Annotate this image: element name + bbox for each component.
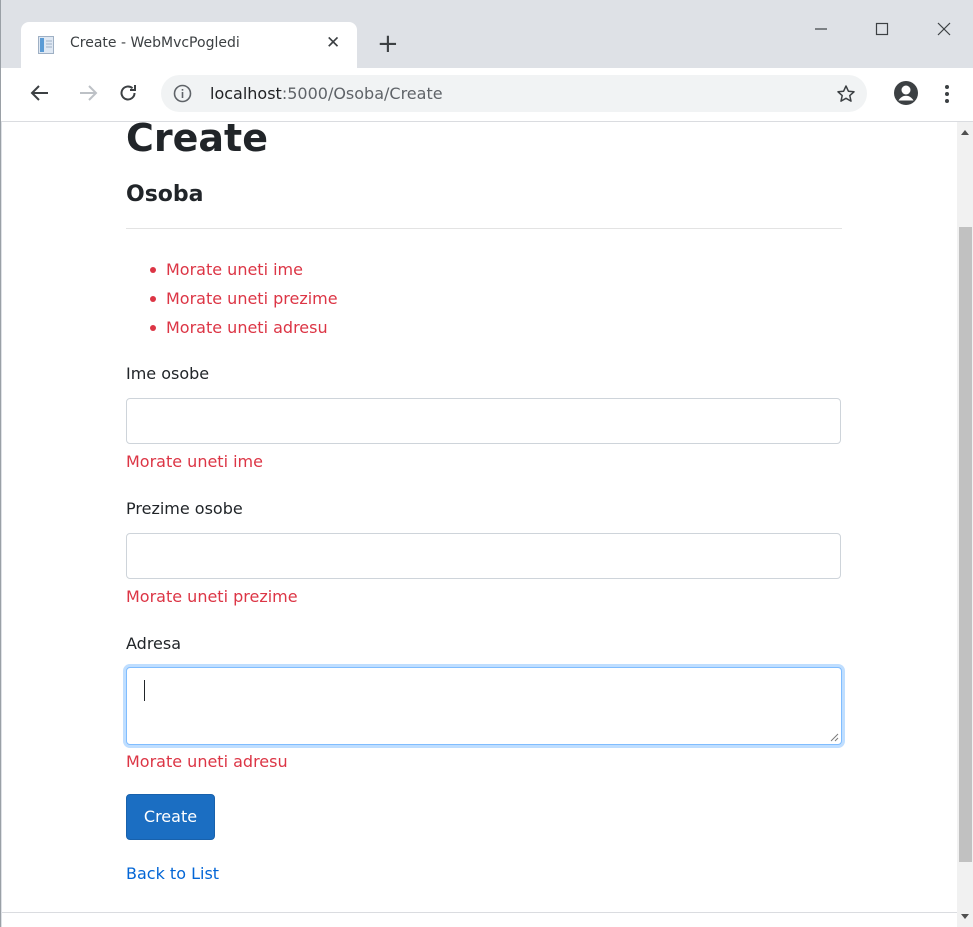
validation-summary: Morate uneti ime Morate uneti prezime Mo… [126,255,338,342]
page-subtitle: Osoba [126,182,204,207]
forward-arrow-icon[interactable] [76,81,100,105]
back-to-list-link[interactable]: Back to List [126,864,219,883]
url-path: :5000/Osoba/Create [281,84,443,103]
validation-summary-item: Morate uneti prezime [150,284,338,313]
maximize-icon[interactable] [867,18,897,38]
create-button[interactable]: Create [126,794,215,840]
browser-window: Create - WebMvcPogledi ✕ + localhost:500… [0,0,973,927]
page-viewport: Create Osoba Morate uneti ime Morate une… [2,122,957,912]
scrollbar-thumb[interactable] [959,227,972,862]
star-icon[interactable] [835,83,857,105]
ime-input[interactable] [126,398,841,444]
tab-title: Create - WebMvcPogledi [70,35,240,51]
url-host: localhost [210,84,282,103]
adresa-error: Morate uneti adresu [126,752,288,771]
browser-toolbar: localhost:5000/Osoba/Create [1,68,973,122]
tab-strip: Create - WebMvcPogledi ✕ + [1,0,973,68]
profile-icon[interactable] [893,80,919,106]
ime-label: Ime osobe [126,364,210,383]
address-bar[interactable]: localhost:5000/Osoba/Create [161,75,867,112]
window-close-icon[interactable] [929,18,959,38]
plus-icon[interactable]: + [377,31,399,57]
prezime-label: Prezime osobe [126,499,243,518]
adresa-label: Adresa [126,634,182,653]
viewport-bottom-edge [2,912,957,927]
minimize-icon[interactable] [806,18,836,38]
validation-summary-item: Morate uneti adresu [150,313,338,342]
prezime-error: Morate uneti prezime [126,587,298,606]
page-favicon-icon [38,36,54,54]
scroll-up-arrow-icon[interactable] [961,130,969,135]
info-icon[interactable] [173,84,192,103]
tab-active[interactable]: Create - WebMvcPogledi ✕ [21,22,357,68]
page-title: Create [126,122,268,160]
close-icon[interactable]: ✕ [326,33,340,53]
url-text: localhost:5000/Osoba/Create [210,84,443,103]
ime-error: Morate uneti ime [126,452,263,471]
divider [126,228,842,229]
reload-icon[interactable] [116,81,140,105]
scroll-down-arrow-icon[interactable] [961,914,969,919]
text-caret [144,680,145,701]
resize-handle-icon[interactable] [830,733,839,742]
back-arrow-icon[interactable] [28,81,52,105]
adresa-textarea[interactable] [126,667,842,745]
kebab-menu-icon[interactable] [941,82,953,106]
prezime-input[interactable] [126,533,841,579]
validation-summary-item: Morate uneti ime [150,255,338,284]
vertical-scrollbar[interactable] [957,122,973,927]
